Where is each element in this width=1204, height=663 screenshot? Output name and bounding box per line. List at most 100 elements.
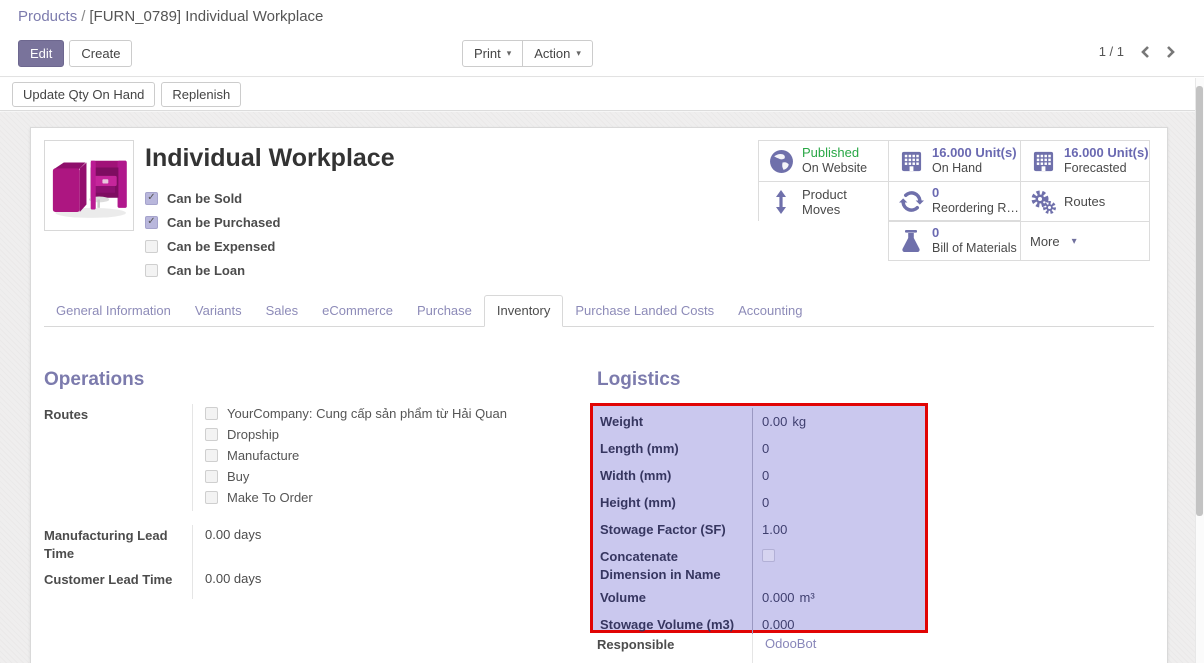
width-value: 0 [752,462,925,489]
building-icon [898,150,924,173]
stowage-volume-label: Stowage Volume (m3) [593,611,752,634]
responsible-row: Responsible OdooBot [590,634,928,663]
height-value: 0 [752,489,925,516]
route-yourcompany-checkbox[interactable] [205,407,218,420]
check-icon: ✓ [147,193,155,203]
width-row: Width (mm) 0 [593,462,925,489]
concatenate-dimension-label: Concatenate Dimension in Name [593,543,752,584]
breadcrumb-products-link[interactable]: Products [18,8,77,25]
width-label: Width (mm) [593,462,752,489]
stat-button-bill-of-materials[interactable]: 0 Bill of Materials [888,221,1020,261]
vertical-scrollbar[interactable] [1195,78,1204,663]
responsible-label: Responsible [590,634,752,663]
product-flags: ✓ Can be Sold ✓ Can be Purchased Can be … [145,186,280,282]
stat-button-website[interactable]: Published On Website [758,140,888,181]
volume-row: Volume 0.000m³ [593,584,925,611]
stowage-volume-value: 0.000 [752,611,925,634]
pager-previous-button[interactable] [1140,45,1150,59]
control-panel: Products/[FURN_0789] Individual Workplac… [0,0,1204,77]
update-qty-on-hand-button[interactable]: Update Qty On Hand [12,82,155,107]
can-be-sold-checkbox[interactable]: ✓ [145,192,158,205]
pager-next-button[interactable] [1166,45,1176,59]
website-status: Published [802,145,867,161]
arrows-up-down-icon [768,189,794,215]
product-form-page: Products/[FURN_0789] Individual Workplac… [0,0,1204,663]
route-buy-checkbox[interactable] [205,470,218,483]
caret-down-icon: ▾ [507,49,512,58]
scrollbar-thumb[interactable] [1196,86,1203,516]
volume-unit: m³ [800,590,815,605]
route-dropship-checkbox[interactable] [205,428,218,441]
print-dropdown-button[interactable]: Print▾ [462,40,523,67]
customer-lead-time-value: 0.00 days [192,569,549,599]
stat-button-more[interactable]: More ▾ [1020,221,1150,261]
weight-unit: kg [792,414,806,429]
breadcrumb-current: [FURN_0789] Individual Workplace [89,8,323,25]
length-row: Length (mm) 0 [593,435,925,462]
volume-label: Volume [593,584,752,611]
height-label: Height (mm) [593,489,752,516]
responsible-user-link[interactable]: OdooBot [765,636,816,651]
logistics-heading: Logistics [597,369,680,391]
volume-value: 0.000m³ [752,584,925,611]
stat-grid-empty-cell [758,221,888,261]
route-option: Buy [205,469,549,484]
stat-button-product-moves[interactable]: Product Moves [758,181,888,221]
pager-counter: 1 / 1 [1099,44,1124,59]
can-be-purchased-checkbox[interactable]: ✓ [145,216,158,229]
can-be-expensed-checkbox[interactable] [145,240,158,253]
length-label: Length (mm) [593,435,752,462]
tab-purchase-landed-costs[interactable]: Purchase Landed Costs [563,296,726,326]
stowage-factor-value: 1.00 [752,516,925,543]
stat-button-routes[interactable]: Routes [1020,181,1150,221]
replenish-button[interactable]: Replenish [161,82,241,107]
tab-variants[interactable]: Variants [183,296,254,326]
tab-purchase[interactable]: Purchase [405,296,484,326]
tab-accounting[interactable]: Accounting [726,296,814,326]
product-title: Individual Workplace [145,144,395,173]
tab-sales[interactable]: Sales [254,296,311,326]
action-dropdown-button[interactable]: Action▾ [522,40,593,67]
operations-heading: Operations [44,369,144,391]
flask-icon [898,229,924,253]
route-option: Manufacture [205,448,549,463]
manufacturing-lead-time-label: Manufacturing Lead Time [44,525,192,569]
customer-lead-time-label: Customer Lead Time [44,569,192,599]
concatenate-dimension-value [752,543,925,584]
weight-label: Weight [593,408,752,435]
flag-can-be-expensed: Can be Expensed [145,234,280,258]
route-option: Dropship [205,427,549,442]
breadcrumb: Products/[FURN_0789] Individual Workplac… [18,8,323,25]
stowage-volume-row: Stowage Volume (m3) 0.000 [593,611,925,634]
caret-down-icon: ▾ [576,49,581,58]
tab-general-information[interactable]: General Information [44,296,183,326]
building-icon [1030,150,1056,173]
edit-button[interactable]: Edit [18,40,64,67]
tab-ecommerce[interactable]: eCommerce [310,296,405,326]
weight-value: 0.00kg [752,408,925,435]
globe-icon [768,149,794,174]
chevron-right-icon [1166,45,1176,59]
concatenate-dimension-checkbox[interactable] [762,549,775,562]
check-icon: ✓ [147,217,155,227]
status-bar: Update Qty On Hand Replenish [0,78,1204,111]
stat-button-on-hand[interactable]: 16.000 Unit(s) On Hand [888,140,1020,181]
stat-button-reordering-rules[interactable]: 0 Reordering R… [888,181,1020,221]
routes-field-value: YourCompany: Cung cấp sản phẩm từ Hải Qu… [192,404,549,511]
flag-can-be-purchased: ✓ Can be Purchased [145,210,280,234]
product-image[interactable] [44,140,134,231]
create-button[interactable]: Create [69,40,132,67]
logistics-highlight-box: Weight 0.00kg Length (mm) 0 Width (mm) 0… [590,403,928,633]
manufacturing-lead-time-value: 0.00 days [192,525,549,569]
route-make-to-order-checkbox[interactable] [205,491,218,504]
stat-button-forecasted[interactable]: 16.000 Unit(s) Forecasted [1020,140,1150,181]
can-be-loan-checkbox[interactable] [145,264,158,277]
height-row: Height (mm) 0 [593,489,925,516]
route-option: YourCompany: Cung cấp sản phẩm từ Hải Qu… [205,406,549,421]
caret-down-icon: ▾ [1072,236,1077,247]
workplace-booth-image [47,144,131,228]
tab-inventory[interactable]: Inventory [484,295,563,327]
route-manufacture-checkbox[interactable] [205,449,218,462]
length-value: 0 [752,435,925,462]
chevron-left-icon [1140,45,1150,59]
